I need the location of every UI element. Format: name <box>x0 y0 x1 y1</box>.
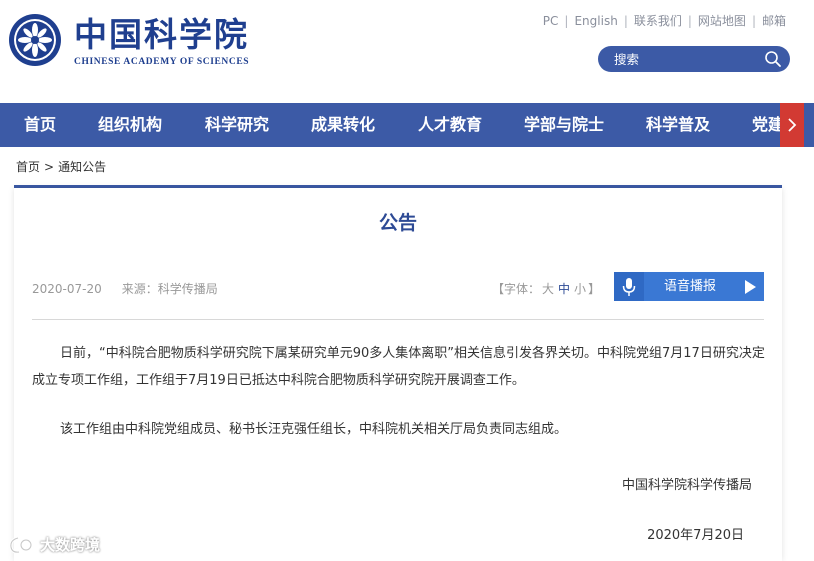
font-size-control: 【字体：大中小】 <box>492 280 600 297</box>
search-input[interactable] <box>614 46 754 72</box>
chevron-right-icon <box>788 118 797 132</box>
nav-item-home[interactable]: 首页 <box>24 103 56 147</box>
nav-item-organization[interactable]: 组织机构 <box>98 103 162 147</box>
article-meta: 2020-07-20 来源：科学传播局 <box>32 280 218 297</box>
voice-broadcast-label: 语音播报 <box>664 279 717 294</box>
top-link-separator: | <box>751 14 756 28</box>
top-link-separator: | <box>564 14 569 28</box>
top-link-separator: | <box>687 14 692 28</box>
cas-logo[interactable]: 中国科学院 CHINESE ACADEMY OF SCIENCES <box>8 13 250 71</box>
top-link-mail[interactable]: 邮箱 <box>762 14 786 28</box>
nav-item-academicians[interactable]: 学部与院士 <box>524 103 604 147</box>
top-links: PC | English | 联系我们 | 网站地图 | 邮箱 <box>543 12 786 29</box>
article-source: 来源：科学传播局 <box>121 282 218 296</box>
microphone-icon <box>614 272 644 301</box>
logo-chinese-text: 中国科学院 <box>74 15 249 54</box>
meta-divider <box>32 319 764 320</box>
watermark: 大数跨境 <box>8 534 118 556</box>
article-signer: 中国科学院科学传播局 <box>621 478 752 493</box>
nav-item-research[interactable]: 科学研究 <box>205 103 269 147</box>
watermark-logo-icon <box>9 536 33 554</box>
article-paragraph-2: 该工作组由中科院党组成员、秘书长汪克强任组长，中科院机关相关厅局负责同志组成。 <box>60 422 568 437</box>
font-size-label-close: 】 <box>588 282 601 296</box>
top-link-contact[interactable]: 联系我们 <box>634 14 682 28</box>
nav-item-science-popularization[interactable]: 科学普及 <box>646 103 710 147</box>
breadcrumb-home[interactable]: 首页 <box>16 160 40 174</box>
watermark-text: 大数跨境 <box>40 536 101 554</box>
nav-item-talent-education[interactable]: 人才教育 <box>418 103 482 147</box>
font-size-medium[interactable]: 中 <box>558 282 570 296</box>
search-box <box>598 46 790 72</box>
breadcrumb: 首页 > 通知公告 <box>16 158 106 175</box>
article-title: 公告 <box>378 212 417 234</box>
font-size-large[interactable]: 大 <box>542 282 554 296</box>
top-link-english[interactable]: English <box>574 14 617 28</box>
font-size-small[interactable]: 小 <box>574 282 586 296</box>
article-date: 2020-07-20 <box>32 282 102 296</box>
logo-english-text: CHINESE ACADEMY OF SCIENCES <box>74 57 250 67</box>
top-link-separator: | <box>623 14 628 28</box>
site-header: 中国科学院 CHINESE ACADEMY OF SCIENCES PC | Eng… <box>0 0 814 103</box>
nav-next-button[interactable] <box>780 103 804 147</box>
top-link-sitemap[interactable]: 网站地图 <box>698 14 746 28</box>
voice-broadcast-button[interactable]: 语音播报 <box>614 272 764 301</box>
main-nav: 首页 组织机构 科学研究 成果转化 人才教育 学部与院士 科学普及 党建 <box>0 103 814 147</box>
top-link-pc[interactable]: PC <box>543 14 559 28</box>
article-sign-date: 2020年7月20日 <box>647 528 744 543</box>
cas-emblem-icon <box>9 14 61 66</box>
article-paragraph-1: 日前，“中科院合肥物质科学研究院下属某研究单元90多人集体离职”相关信息引发各界… <box>32 346 765 388</box>
breadcrumb-current[interactable]: 通知公告 <box>58 160 106 174</box>
nav-item-achievements[interactable]: 成果转化 <box>311 103 375 147</box>
font-size-label-open: 【字体： <box>492 282 541 296</box>
play-icon <box>745 280 756 294</box>
search-icon[interactable] <box>764 50 782 68</box>
breadcrumb-separator: > <box>44 160 55 174</box>
article-panel: 公告 2020-07-20 来源：科学传播局 【字体：大中小】 语音播报 日前，“… <box>14 188 782 561</box>
